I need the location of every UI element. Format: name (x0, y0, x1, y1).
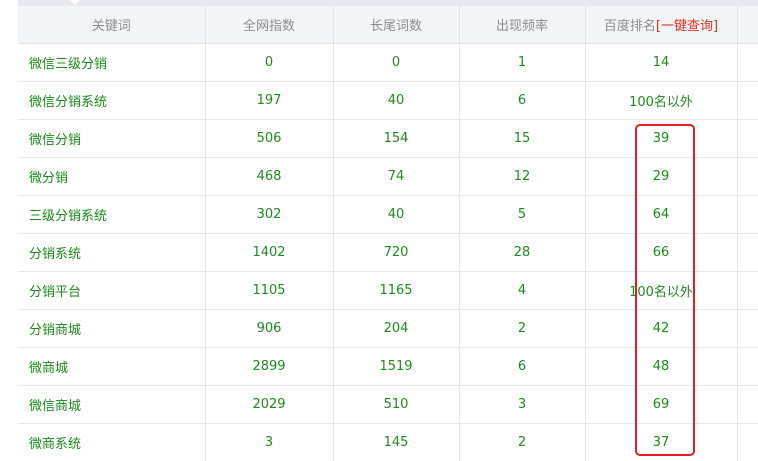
keyword-cell[interactable]: 微商系统 (18, 423, 206, 461)
frequency-cell: 6 (459, 347, 586, 386)
extra-cell (737, 157, 758, 196)
header-rank: 百度排名[一键查询] (585, 6, 738, 44)
rank-cell: 37 (585, 423, 738, 461)
keyword-cell[interactable]: 微分销 (18, 157, 206, 196)
longtail-cell: 720 (333, 233, 460, 272)
index-cell: 302 (205, 195, 334, 234)
longtail-cell: 40 (333, 195, 460, 234)
table-row: 微商城 2899 1519 6 48 (18, 347, 758, 386)
index-cell: 506 (205, 119, 334, 158)
table-row: 微分销 468 74 12 29 (18, 157, 758, 196)
keyword-cell[interactable]: 三级分销系统 (18, 195, 206, 234)
table-row: 微信商城 2029 510 3 69 (18, 385, 758, 424)
frequency-cell: 2 (459, 423, 586, 461)
table-header-row: 关键词 全网指数 长尾词数 出现频率 百度排名[一键查询] (18, 6, 758, 44)
header-longtail: 长尾词数 (333, 6, 460, 44)
extra-cell (737, 81, 758, 120)
longtail-cell: 510 (333, 385, 460, 424)
longtail-cell: 1165 (333, 271, 460, 310)
rank-cell: 64 (585, 195, 738, 234)
rank-cell: 39 (585, 119, 738, 158)
table-row: 三级分销系统 302 40 5 64 (18, 195, 758, 234)
header-extra (737, 6, 758, 44)
header-frequency: 出现频率 (459, 6, 586, 44)
frequency-cell: 1 (459, 43, 586, 82)
keyword-cell[interactable]: 微信分销 (18, 119, 206, 158)
longtail-cell: 154 (333, 119, 460, 158)
frequency-cell: 15 (459, 119, 586, 158)
extra-cell (737, 271, 758, 310)
extra-cell (737, 195, 758, 234)
keyword-cell[interactable]: 分销系统 (18, 233, 206, 272)
table-body: 微信三级分销 0 0 1 14 微信分销系统 197 40 6 100名以外 微信分销 506 154 1… (18, 43, 758, 461)
extra-cell (737, 233, 758, 272)
longtail-cell: 204 (333, 309, 460, 348)
keyword-cell[interactable]: 微商城 (18, 347, 206, 386)
rank-cell: 29 (585, 157, 738, 196)
extra-cell (737, 385, 758, 424)
table-row: 微商系统 3 145 2 37 (18, 423, 758, 461)
extra-cell (737, 119, 758, 158)
keyword-cell[interactable]: 微信分销系统 (18, 81, 206, 120)
frequency-cell: 28 (459, 233, 586, 272)
rank-cell: 42 (585, 309, 738, 348)
tab-notch-icon (70, 0, 80, 5)
frequency-cell: 5 (459, 195, 586, 234)
rank-cell: 69 (585, 385, 738, 424)
keyword-cell[interactable]: 分销商城 (18, 309, 206, 348)
frequency-cell: 6 (459, 81, 586, 120)
extra-cell (737, 43, 758, 82)
index-cell: 197 (205, 81, 334, 120)
table-row: 微信分销 506 154 15 39 (18, 119, 758, 158)
keyword-cell[interactable]: 分销平台 (18, 271, 206, 310)
extra-cell (737, 423, 758, 461)
longtail-cell: 74 (333, 157, 460, 196)
index-cell: 1105 (205, 271, 334, 310)
longtail-cell: 0 (333, 43, 460, 82)
frequency-cell: 12 (459, 157, 586, 196)
one-click-query-link[interactable]: [一键查询] (656, 19, 718, 34)
rank-cell: 100名以外 (585, 271, 738, 310)
index-cell: 2029 (205, 385, 334, 424)
frequency-cell: 3 (459, 385, 586, 424)
index-cell: 0 (205, 43, 334, 82)
frequency-cell: 2 (459, 309, 586, 348)
index-cell: 1402 (205, 233, 334, 272)
rank-cell: 48 (585, 347, 738, 386)
index-cell: 906 (205, 309, 334, 348)
rank-cell: 100名以外 (585, 81, 738, 120)
extra-cell (737, 347, 758, 386)
table-row: 分销平台 1105 1165 4 100名以外 (18, 271, 758, 310)
longtail-cell: 145 (333, 423, 460, 461)
keyword-cell[interactable]: 微信三级分销 (18, 43, 206, 82)
header-index: 全网指数 (205, 6, 334, 44)
header-keyword: 关键词 (18, 6, 206, 44)
index-cell: 2899 (205, 347, 334, 386)
keyword-cell[interactable]: 微信商城 (18, 385, 206, 424)
table-row: 分销系统 1402 720 28 66 (18, 233, 758, 272)
keyword-ranking-page: 关键词 全网指数 长尾词数 出现频率 百度排名[一键查询] 微信三级分销 0 0 1 1… (0, 0, 758, 461)
table-row: 微信分销系统 197 40 6 100名以外 (18, 81, 758, 120)
index-cell: 468 (205, 157, 334, 196)
frequency-cell: 4 (459, 271, 586, 310)
longtail-cell: 40 (333, 81, 460, 120)
table-row: 分销商城 906 204 2 42 (18, 309, 758, 348)
index-cell: 3 (205, 423, 334, 461)
rank-cell: 14 (585, 43, 738, 82)
longtail-cell: 1519 (333, 347, 460, 386)
rank-cell: 66 (585, 233, 738, 272)
keyword-table: 关键词 全网指数 长尾词数 出现频率 百度排名[一键查询] 微信三级分销 0 0 1 1… (18, 6, 758, 461)
header-rank-label: 百度排名 (603, 19, 656, 34)
table-row: 微信三级分销 0 0 1 14 (18, 43, 758, 82)
extra-cell (737, 309, 758, 348)
left-gutter (0, 0, 18, 461)
